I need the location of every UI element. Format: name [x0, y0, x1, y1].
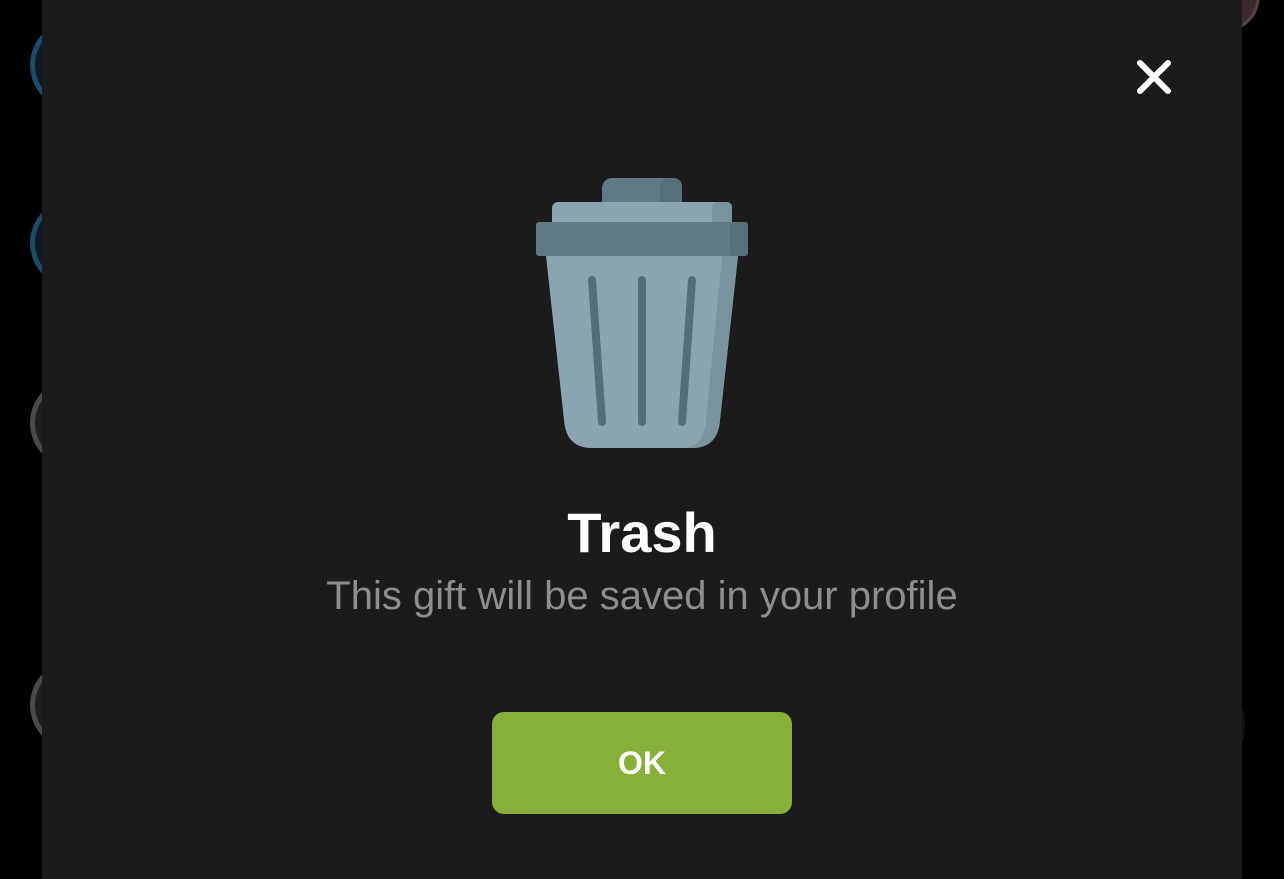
dialog-title: Trash — [567, 501, 717, 564]
close-icon — [1137, 60, 1171, 94]
dialog-message: This gift will be saved in your profile — [326, 574, 958, 618]
trash-can-icon — [536, 178, 748, 448]
close-button[interactable] — [1132, 55, 1176, 99]
trash-dialog: Trash This gift will be saved in your pr… — [42, 0, 1242, 879]
ok-button[interactable]: OK — [492, 712, 792, 814]
